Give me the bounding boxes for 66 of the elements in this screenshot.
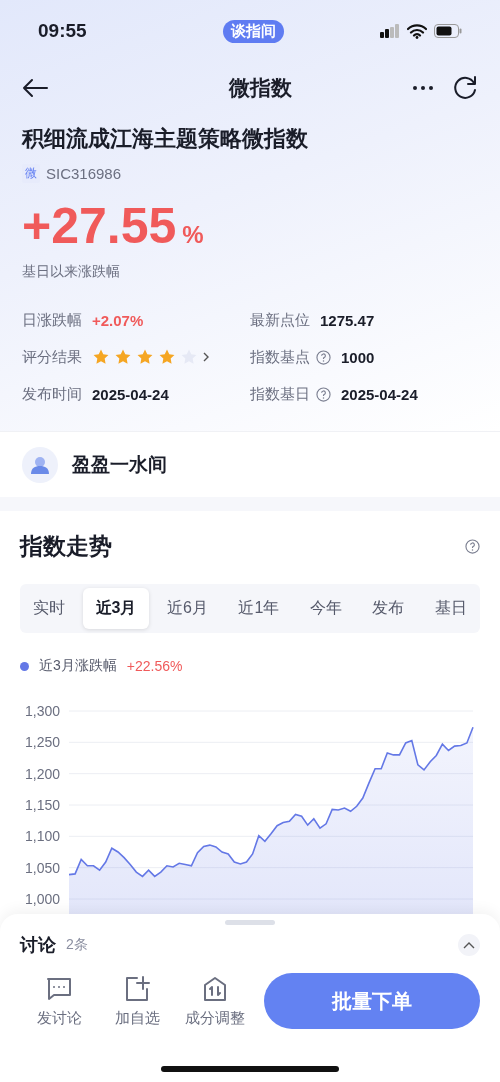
info-label: 指数基点 (250, 347, 310, 367)
axis-label: 1,000 (24, 891, 60, 907)
info-value: +2.07% (92, 311, 144, 329)
signal-icon (380, 24, 400, 38)
axis-label: 1,150 (24, 797, 60, 813)
index-name: 积细流成江海主题策略微指数 (22, 125, 309, 153)
period-tab[interactable]: 近6月 (154, 588, 221, 629)
status-time: 09:55 (38, 20, 87, 42)
action-button[interactable]: 加自选 (98, 974, 176, 1028)
more-icon[interactable] (412, 85, 434, 91)
star-icon (92, 348, 110, 366)
wifi-icon (407, 23, 427, 39)
axis-label: 1,050 (24, 859, 60, 876)
person-icon (30, 455, 50, 474)
batch-order-button[interactable]: 批量下单 (264, 973, 480, 1029)
star-icon (158, 348, 176, 366)
help-icon[interactable] (465, 539, 480, 554)
period-tab[interactable]: 今年 (296, 588, 355, 629)
refresh-icon[interactable] (452, 75, 478, 101)
info-label: 指数基日 (250, 384, 310, 404)
action-button[interactable]: 发讨论 (20, 974, 98, 1028)
change-label: 基日以来涨跌幅 (22, 263, 121, 281)
info-label: 评分结果 (22, 347, 82, 367)
axis-label: 1,100 (24, 828, 60, 845)
percent-unit: % (182, 221, 204, 249)
info-value: 1000 (341, 348, 375, 366)
add-square-icon (123, 974, 151, 1003)
drag-handle[interactable] (225, 920, 275, 925)
avatar[interactable] (22, 446, 58, 483)
index-code: SIC316986 (46, 165, 122, 182)
back-arrow-icon[interactable] (22, 78, 48, 98)
period-tab[interactable]: 发布 (359, 588, 418, 629)
expand-button[interactable] (458, 934, 480, 956)
help-icon[interactable] (316, 386, 331, 402)
legend-value: +22.56% (126, 658, 183, 674)
star-icon (114, 348, 132, 366)
rating-stars[interactable] (92, 348, 210, 366)
help-icon[interactable] (316, 349, 331, 365)
page-title: 微指数 (228, 75, 292, 101)
chevron-right-icon[interactable] (202, 351, 210, 363)
info-label: 最新点位 (250, 310, 310, 330)
battery-icon (434, 24, 462, 38)
discussion-title: 讨论 (20, 934, 56, 957)
period-tab[interactable]: 近3月 (82, 588, 150, 629)
period-tab[interactable]: 基日 (422, 588, 480, 629)
period-tab[interactable]: 近1年 (225, 588, 293, 629)
author-name[interactable]: 盈盈一水间 (72, 451, 167, 478)
axis-label: 1,250 (24, 734, 60, 751)
info-value: 2025-04-24 (341, 385, 418, 403)
axis-label: 1,300 (24, 703, 60, 719)
discussion-count: 2条 (66, 936, 88, 954)
total-change: +27.55 (22, 197, 177, 255)
chevron-up-icon (463, 941, 475, 949)
legend-label: 近3月涨跌幅 (39, 657, 117, 675)
info-value: 2025-04-24 (92, 385, 169, 403)
info-value: 1275.47 (320, 311, 375, 329)
house-arrows-icon (201, 974, 229, 1003)
micro-tag: 微 (22, 164, 40, 183)
info-label: 发布时间 (22, 384, 82, 404)
action-button[interactable]: 成分调整 (176, 974, 254, 1028)
star-icon (136, 348, 154, 366)
app-badge[interactable]: 谈指间 (222, 19, 284, 43)
info-label: 日涨跌幅 (22, 310, 82, 330)
axis-label: 1,200 (24, 765, 60, 782)
section-title: 指数走势 (20, 532, 112, 561)
period-tab[interactable]: 实时 (20, 588, 78, 629)
